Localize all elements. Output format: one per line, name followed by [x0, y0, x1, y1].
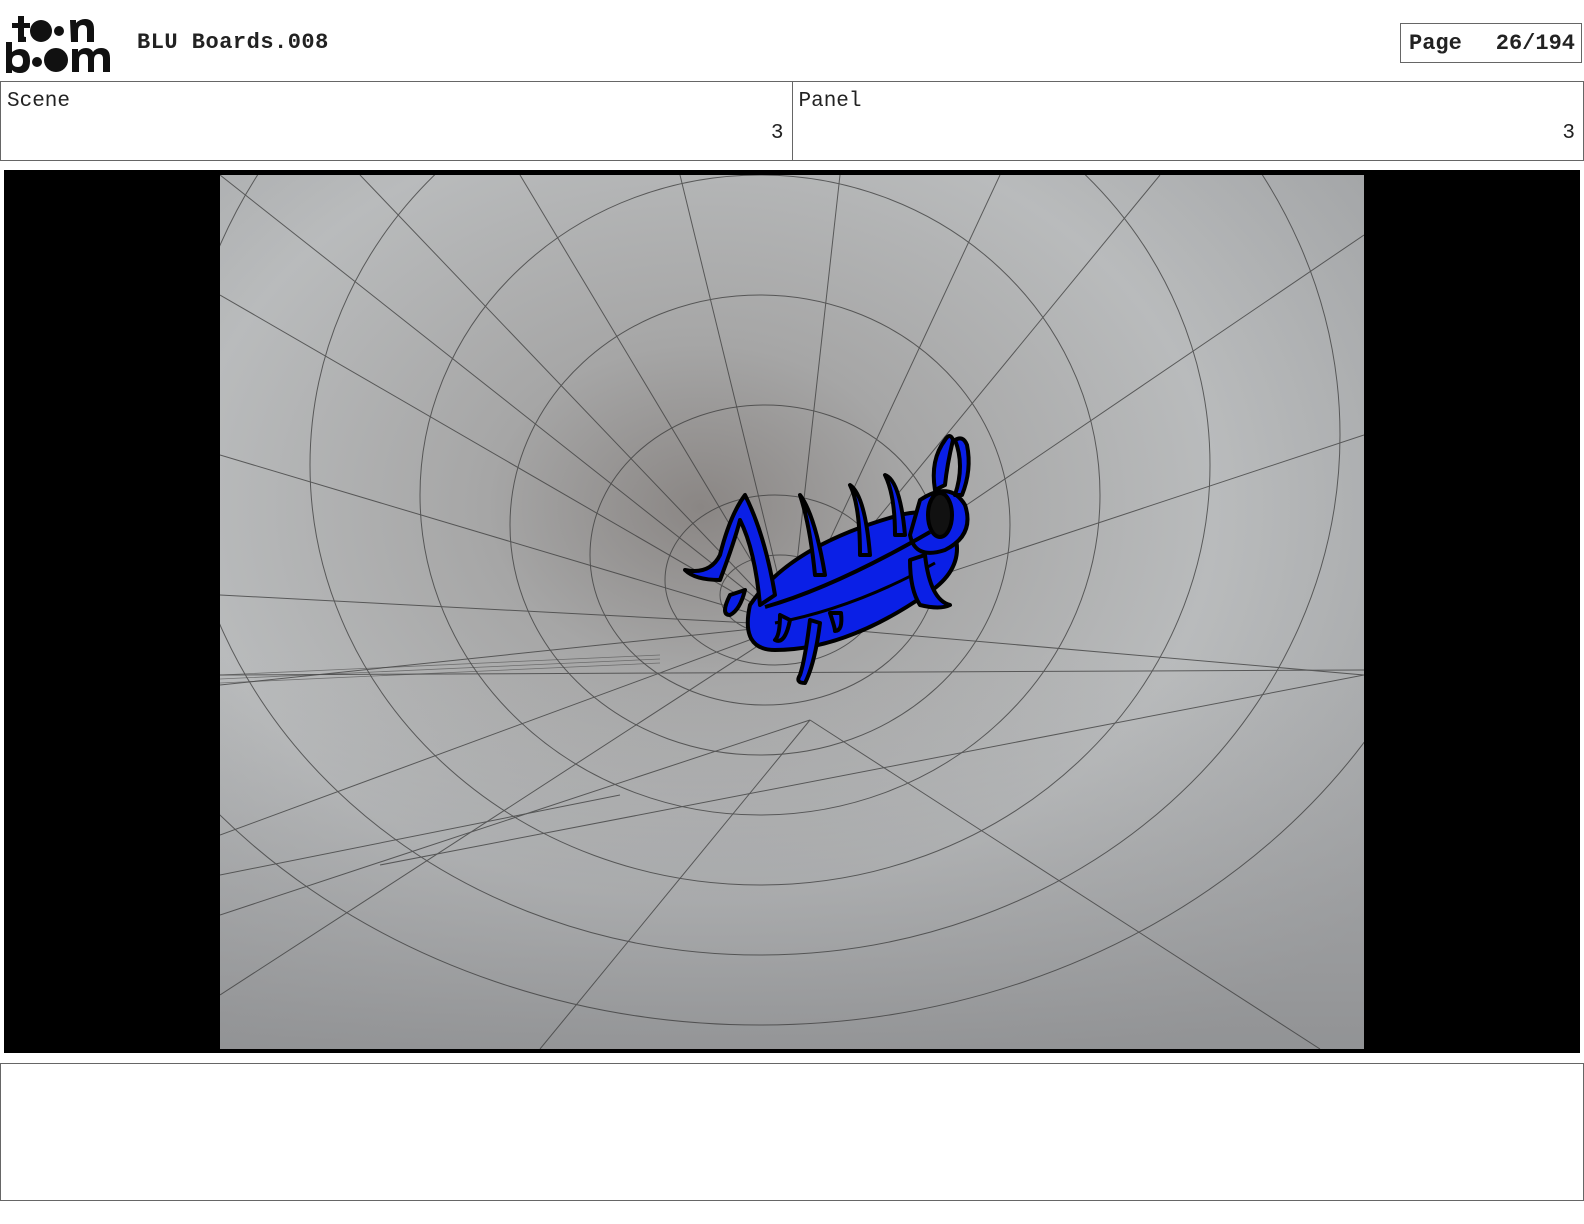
- document-title: BLU Boards.008: [137, 30, 329, 55]
- page-label: Page: [1409, 30, 1462, 56]
- scene-cell: Scene 3: [0, 82, 792, 160]
- panel-label: Panel: [798, 90, 862, 113]
- toon-boom-logo: [4, 14, 116, 74]
- scene-value: 3: [770, 122, 784, 145]
- scene-label: Scene: [7, 90, 71, 113]
- page-number: 26/194: [1495, 30, 1575, 56]
- panel-value: 3: [1562, 122, 1575, 145]
- page-indicator: Page 26/194: [1400, 23, 1582, 63]
- panel-notes: [0, 1063, 1584, 1201]
- panel-frame: [4, 170, 1580, 1053]
- storyboard-artwork: [220, 175, 1364, 1049]
- scene-panel-row: Scene 3 Panel 3: [0, 81, 1584, 161]
- panel-cell: Panel 3: [791, 82, 1584, 160]
